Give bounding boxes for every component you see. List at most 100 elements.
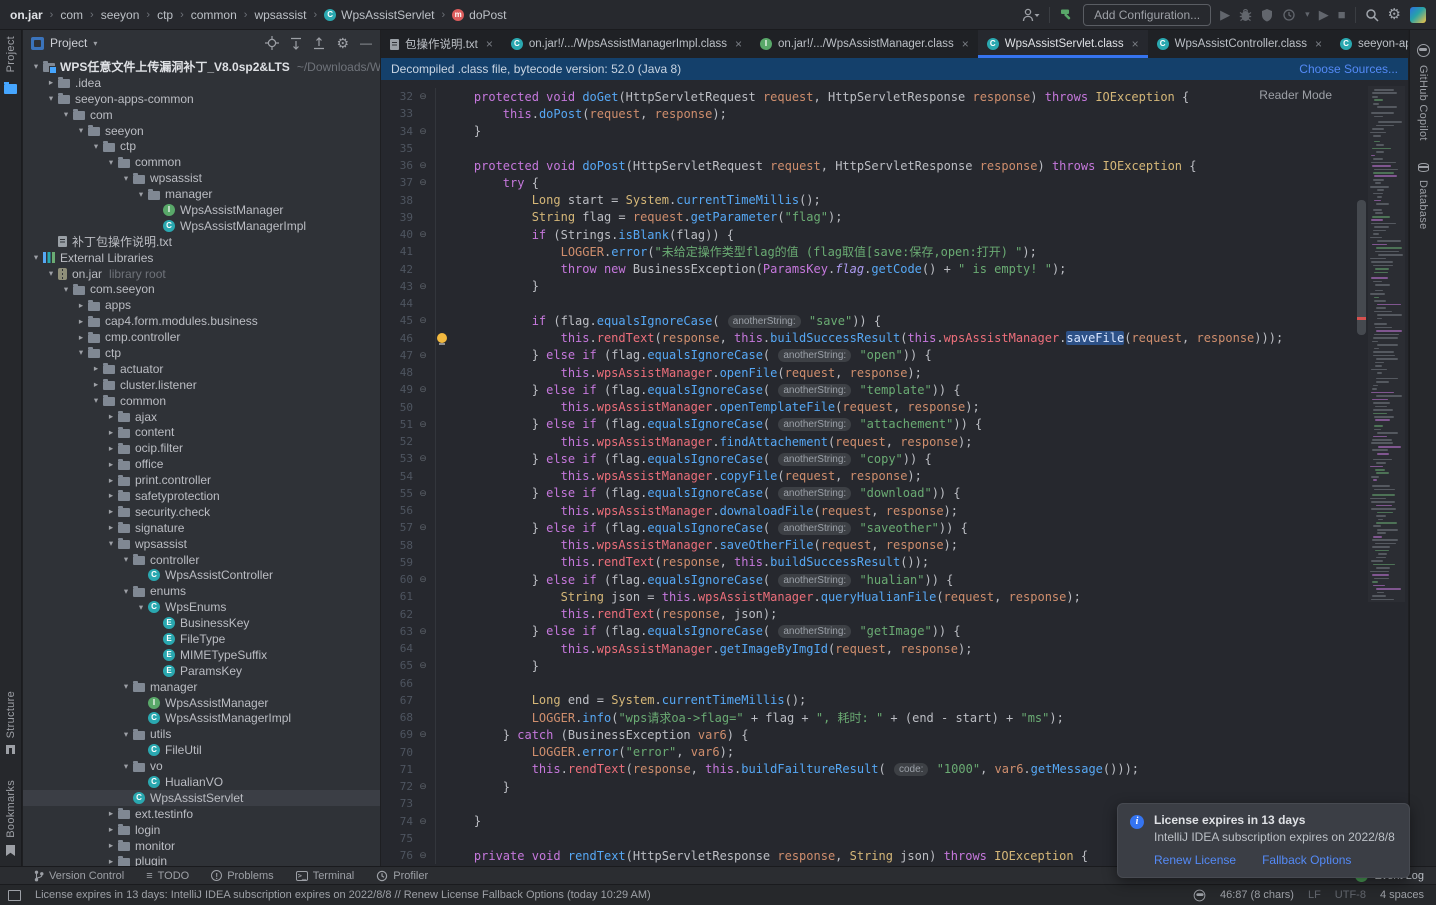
code-line[interactable]: 61 String json = this.wpsAssistManager.q… [381,588,1408,605]
code-line[interactable]: 40⊖ if (Strings.isBlank(flag)) { [381,226,1408,243]
chevron-right-icon[interactable]: ▸ [104,459,118,470]
code-line[interactable]: 60⊖ } else if (flag.equalsIgnoreCase( an… [381,571,1408,588]
chevron-right-icon[interactable]: ▸ [104,427,118,438]
chevron-down-icon[interactable]: ▾ [119,681,133,692]
chevron-down-icon[interactable]: ▾ [134,602,148,613]
chevron-right-icon[interactable]: ▸ [104,506,118,517]
tool-button-terminal[interactable]: >_ Terminal [296,870,355,882]
user-icon[interactable] [1022,8,1040,22]
chevron-right-icon[interactable]: ▸ [104,522,118,533]
stop-icon[interactable]: ■ [1338,8,1346,21]
chevron-right-icon[interactable]: ▸ [74,332,88,343]
tree-row[interactable]: ▸apps [23,297,380,313]
code-line[interactable]: 63⊖ } else if (flag.equalsIgnoreCase( an… [381,623,1408,640]
chevron-right-icon[interactable]: ▸ [89,363,103,374]
renew-license-link[interactable]: Renew License [1154,853,1236,867]
fold-marker-icon[interactable]: ⊖ [413,626,433,637]
code-line[interactable]: 45⊖ if (flag.equalsIgnoreCase( anotherSt… [381,312,1408,329]
tree-row[interactable]: ▸cmp.controller [23,329,380,345]
rerun-icon[interactable]: ▶ [1319,8,1329,21]
fold-marker-icon[interactable]: ⊖ [413,91,433,102]
tree-row[interactable]: ▾ctp [23,138,380,154]
tree-row[interactable]: EFileType [23,631,380,647]
file-encoding[interactable]: UTF-8 [1335,889,1366,901]
chevron-down-icon[interactable]: ▾ [44,268,58,279]
tree-row[interactable]: EParamsKey [23,663,380,679]
editor-tab[interactable]: Con.jar!/.../WpsAssistManagerImpl.class× [502,30,751,58]
tree-row[interactable]: ▸monitor [23,838,380,854]
chevron-right-icon[interactable]: ▸ [74,316,88,327]
code-line[interactable]: 54 this.wpsAssistManager.copyFile(reques… [381,468,1408,485]
code-minimap[interactable] [1368,86,1405,602]
indent-setting[interactable]: 4 spaces [1380,889,1424,901]
editor-tab[interactable]: CWpsAssistController.class× [1148,30,1331,58]
build-hammer-icon[interactable] [1059,7,1074,22]
tab-close-icon[interactable]: × [1315,37,1322,51]
tree-row[interactable]: ▾com.seeyon [23,281,380,297]
tool-button-database[interactable]: Database [1417,180,1429,230]
code-line[interactable]: 71 this.rendText(response, this.buildFai… [381,761,1408,778]
fold-marker-icon[interactable]: ⊖ [413,574,433,585]
fold-marker-icon[interactable]: ⊖ [413,177,433,188]
fold-marker-icon[interactable]: ⊖ [413,229,433,240]
tree-row[interactable]: CWpsAssistServlet [23,790,380,806]
chevron-right-icon[interactable]: ▸ [74,300,88,311]
line-separator[interactable]: LF [1308,889,1321,901]
fold-marker-icon[interactable]: ⊖ [413,816,433,827]
breadcrumb-item[interactable]: com [60,8,83,22]
chevron-down-icon[interactable]: ▾ [74,347,88,358]
chevron-down-icon[interactable]: ▾ [89,395,103,406]
tree-row[interactable]: ▾ctp [23,345,380,361]
copilot-status-icon[interactable] [1194,889,1206,901]
chevron-down-icon[interactable]: ▾ [44,93,58,104]
add-configuration-button[interactable]: Add Configuration... [1083,4,1211,26]
code-line[interactable]: 72⊖ } [381,778,1408,795]
tree-row[interactable]: EMIMETypeSuffix [23,647,380,663]
tree-row[interactable]: ▾vo [23,758,380,774]
code-line[interactable]: 66 [381,675,1408,692]
code-line[interactable]: 62 this.rendText(response, json); [381,606,1408,623]
fold-marker-icon[interactable]: ⊖ [413,850,433,861]
bookmarks-icon[interactable] [6,845,15,856]
profiler-chevron-icon[interactable]: ▾ [1305,10,1310,19]
breadcrumb-item[interactable]: ctp [157,8,173,22]
tree-row[interactable]: ▾on.jarlibrary root [23,266,380,282]
project-folder-icon[interactable] [4,84,17,94]
database-icon[interactable] [1418,163,1429,172]
tree-row[interactable]: ▸security.check [23,504,380,520]
code-line[interactable]: 53⊖ } else if (flag.equalsIgnoreCase( an… [381,450,1408,467]
chevron-down-icon[interactable]: ▾ [74,125,88,136]
fold-marker-icon[interactable]: ⊖ [413,281,433,292]
tree-row[interactable]: ▾controller [23,552,380,568]
tab-close-icon[interactable]: × [735,37,742,51]
tree-row[interactable]: ▸login [23,822,380,838]
chevron-right-icon[interactable]: ▸ [104,808,118,819]
tree-row[interactable]: ▾seeyon-apps-common [23,91,380,107]
editor-tab[interactable]: CWpsAssistServlet.class× [978,30,1148,58]
code-line[interactable]: 32⊖ protected void doGet(HttpServletRequ… [381,88,1408,105]
tree-row[interactable]: ▸ext.testinfo [23,806,380,822]
expand-all-icon[interactable] [290,37,302,50]
choose-sources-link[interactable]: Choose Sources... [1299,62,1398,76]
code-line[interactable]: 70 LOGGER.error("error", var6); [381,744,1408,761]
code-editor[interactable]: 32⊖ protected void doGet(HttpServletRequ… [381,80,1408,866]
tree-row[interactable]: ▾wpsassist [23,170,380,186]
tree-row[interactable]: ▾seeyon [23,123,380,139]
tree-row[interactable]: ▾manager [23,679,380,695]
code-line[interactable]: 47⊖ } else if (flag.equalsIgnoreCase( an… [381,347,1408,364]
fold-marker-icon[interactable]: ⊖ [413,729,433,740]
fold-marker-icon[interactable]: ⊖ [413,315,433,326]
tree-row[interactable]: ▸office [23,456,380,472]
tree-row[interactable]: ▾CWpsEnums [23,599,380,615]
profiler-icon[interactable] [1282,8,1296,22]
code-line[interactable]: 59 this.rendText(response, this.buildSuc… [381,554,1408,571]
chevron-right-icon[interactable]: ▸ [104,411,118,422]
code-line[interactable]: 52 this.wpsAssistManager.findAttachement… [381,433,1408,450]
tree-row[interactable]: 补丁包操作说明.txt [23,234,380,250]
chevron-down-icon[interactable]: ▾ [119,554,133,565]
code-line[interactable]: 34⊖ } [381,123,1408,140]
editor-tab[interactable]: Ion.jar!/.../WpsAssistManager.class× [751,30,978,58]
fallback-options-link[interactable]: Fallback Options [1262,853,1351,867]
tool-button-profiler[interactable]: Profiler [376,870,428,882]
tab-close-icon[interactable]: × [962,37,969,51]
